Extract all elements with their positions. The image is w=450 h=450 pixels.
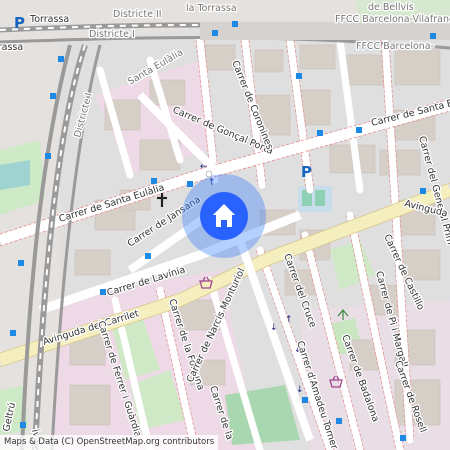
svg-text:P: P bbox=[14, 14, 25, 32]
parking-icon: P bbox=[14, 14, 25, 32]
label-torrassa: Torrassa bbox=[29, 14, 69, 25]
svg-text:↑: ↑ bbox=[285, 315, 293, 325]
label-districte-i: Districte I bbox=[89, 29, 135, 40]
parking-icon: P bbox=[301, 163, 312, 181]
label-ffcc: FFCC Barcelona- bbox=[356, 41, 434, 52]
label-ffcc: FFCC Barcelona-Vilafranca bbox=[335, 14, 450, 25]
label-la-torrassa: la Torrassa bbox=[186, 3, 237, 14]
label-bellvis: de Bellvís bbox=[368, 2, 414, 13]
location-marker[interactable] bbox=[182, 174, 266, 258]
location-dot bbox=[205, 170, 213, 178]
label-districte-ii: Districte II bbox=[113, 9, 162, 20]
svg-text:↓: ↓ bbox=[270, 323, 278, 333]
svg-text:P: P bbox=[301, 163, 312, 181]
map-canvas[interactable]: ← ↓ ↑ ↓ ↓ ↑ Torrassa Torrassa Districte … bbox=[0, 0, 450, 450]
svg-text:←: ← bbox=[200, 162, 208, 172]
park-area bbox=[0, 160, 30, 190]
label-torrassa: Torrassa bbox=[0, 42, 23, 53]
map-view[interactable]: ← ↓ ↑ ↓ ↓ ↑ Torrassa Torrassa Districte … bbox=[0, 0, 450, 450]
svg-text:↓: ↓ bbox=[296, 385, 304, 395]
map-attribution: Maps & Data (C) OpenStreetMap.org contri… bbox=[0, 435, 219, 450]
sports-pitch bbox=[315, 190, 325, 206]
